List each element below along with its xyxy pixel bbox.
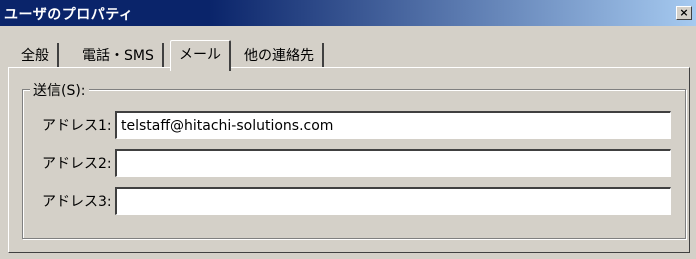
window-title: ユーザのプロパティ xyxy=(4,7,134,23)
tab-label: 電話・SMS xyxy=(82,48,154,64)
close-button[interactable]: × xyxy=(676,6,692,20)
tab-label: 全般 xyxy=(21,48,49,64)
tab-phone-sms[interactable]: 電話・SMS xyxy=(74,43,164,67)
address1-field[interactable] xyxy=(115,111,671,139)
title-bar: ユーザのプロパティ × xyxy=(0,0,696,26)
address1-label: アドレス1: xyxy=(42,118,112,134)
tab-label: メール xyxy=(179,47,221,63)
address3-label: アドレス3: xyxy=(42,194,112,210)
send-group-label: 送信(S): xyxy=(30,80,89,100)
address2-label: アドレス2: xyxy=(42,156,112,172)
tab-label: 他の連絡先 xyxy=(244,48,314,64)
tab-general[interactable]: 全般 xyxy=(13,43,59,67)
address3-field[interactable] xyxy=(115,187,671,215)
tab-other-contacts[interactable]: 他の連絡先 xyxy=(236,43,324,67)
tab-mail[interactable]: メール xyxy=(170,40,231,71)
close-icon: × xyxy=(679,6,689,19)
address2-field[interactable] xyxy=(115,149,671,177)
